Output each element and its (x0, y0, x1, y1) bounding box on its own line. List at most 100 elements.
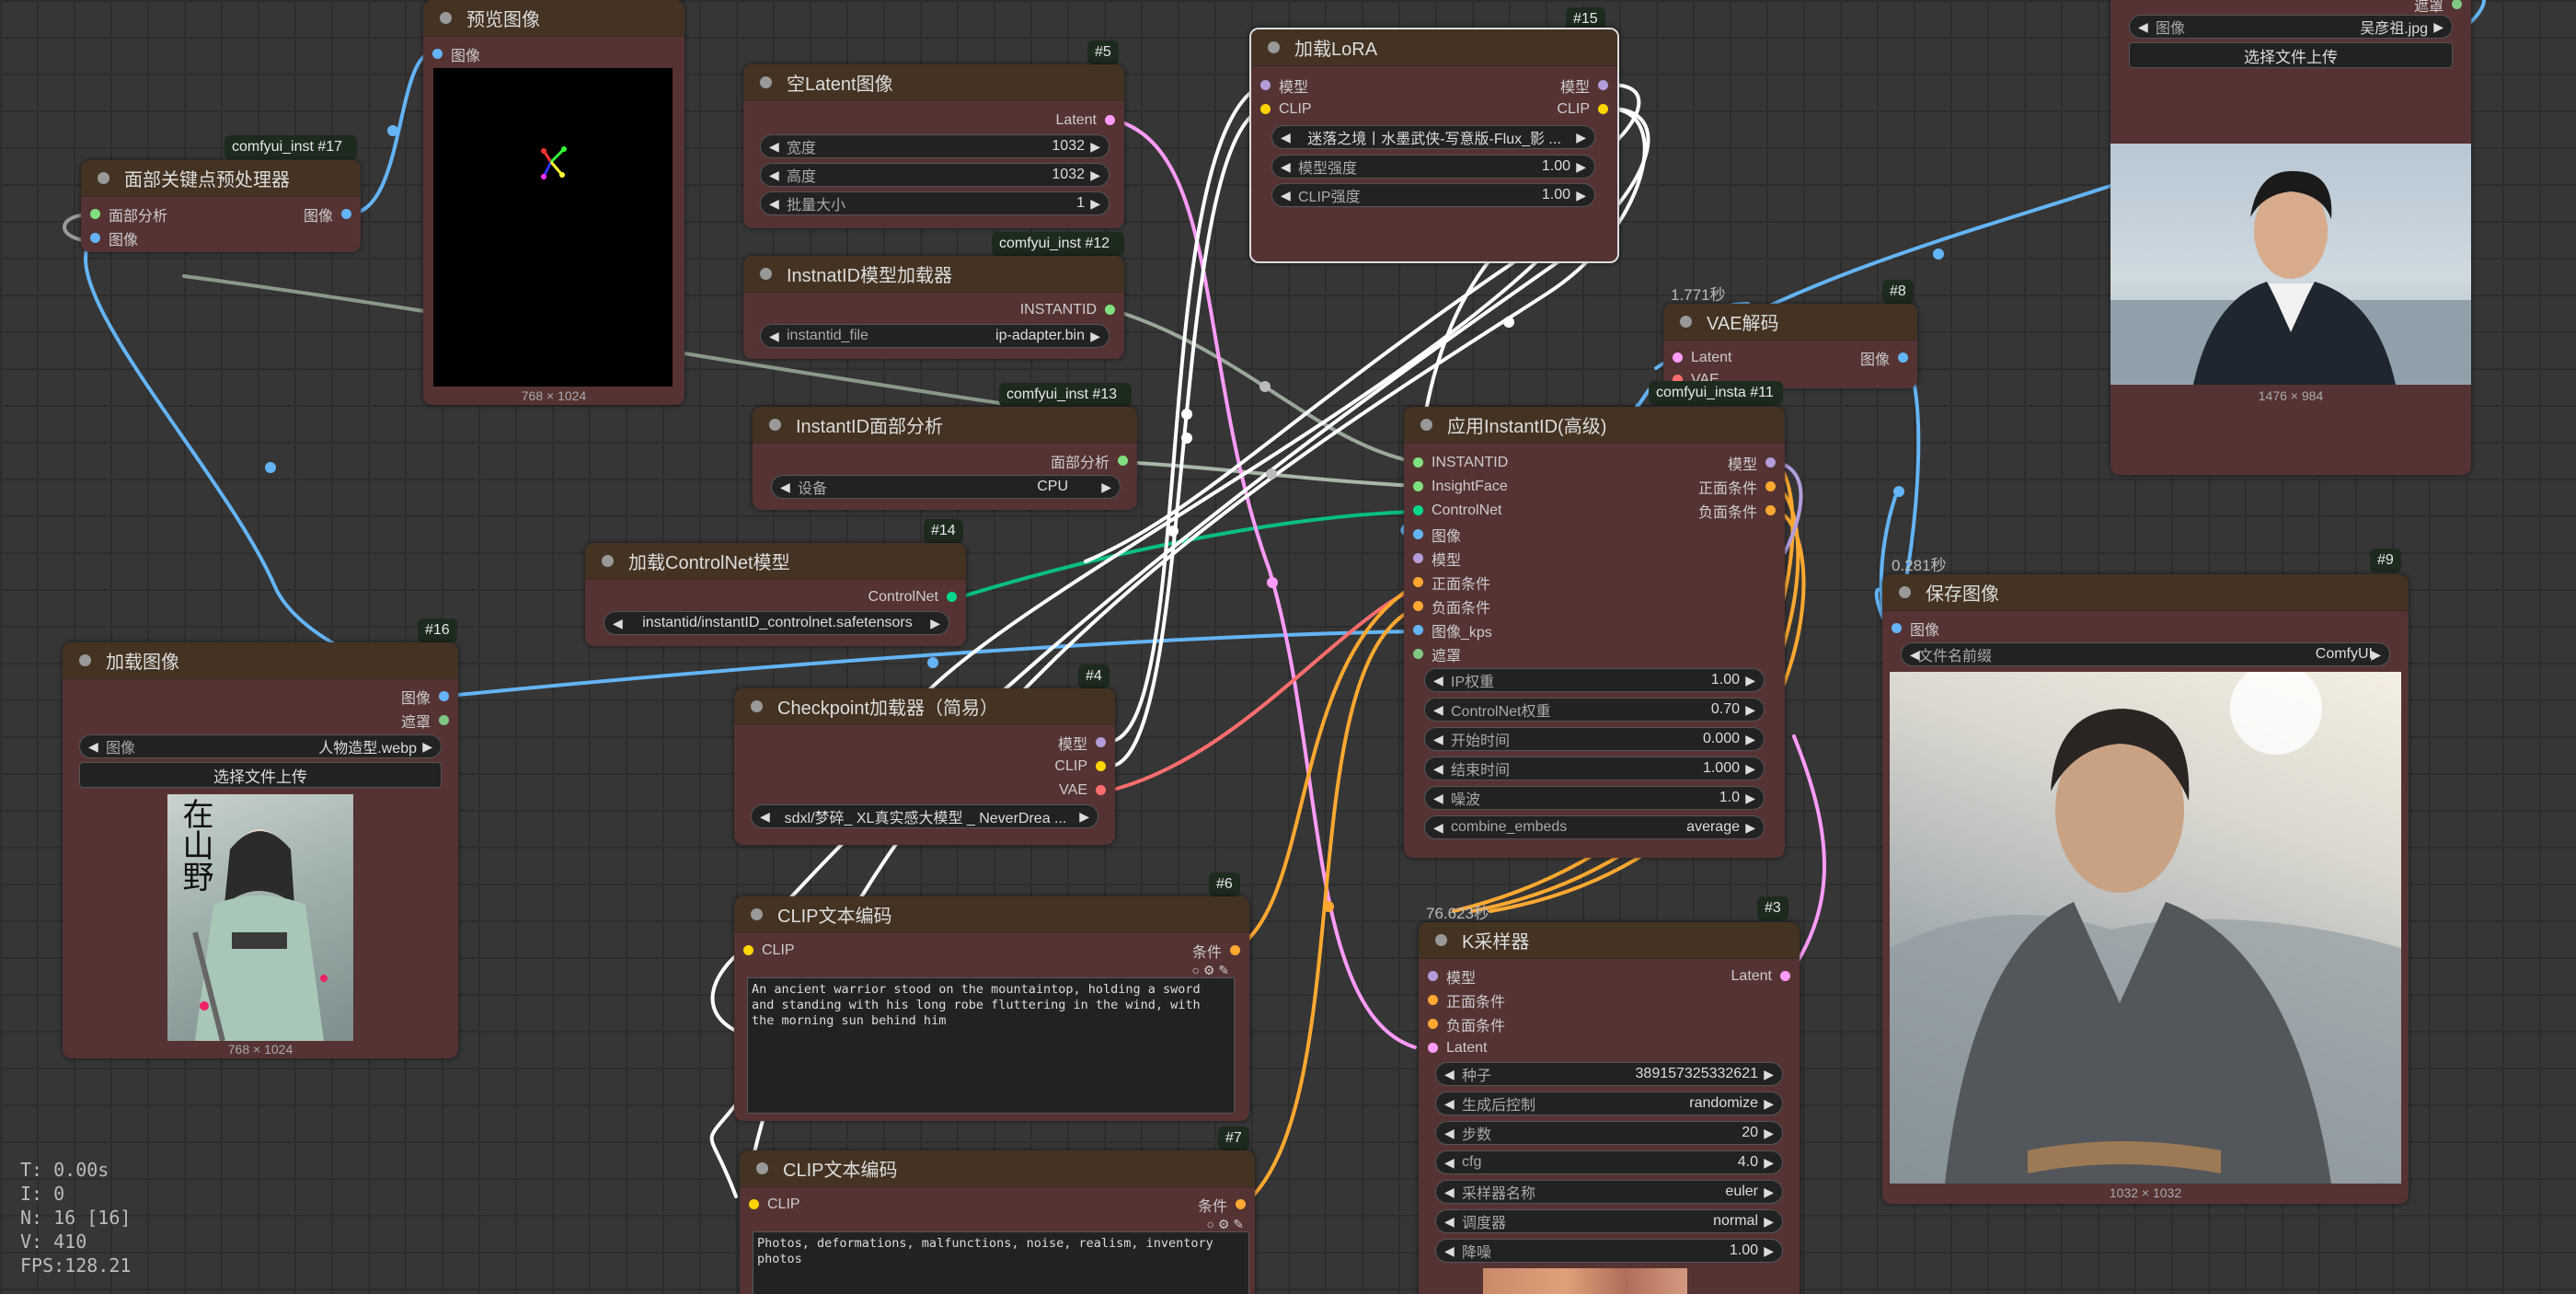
controlnet-name-widget[interactable]: instantid/instantID_controlnet.safetenso… (604, 611, 949, 635)
node-load-image[interactable]: 加载图像 图像 遮罩 图像人物造型.webp 选择文件上传 在山野 768 × … (63, 642, 458, 1058)
socket-dot-icon[interactable] (1413, 505, 1423, 515)
node-vae-decode[interactable]: VAE解码 Latent VAE 图像 (1663, 304, 1917, 388)
socket-dot-icon[interactable] (749, 1199, 759, 1209)
socket-dot-icon[interactable] (1118, 456, 1128, 466)
collapse-dot-icon[interactable] (98, 172, 109, 184)
socket-dot-icon[interactable] (1413, 457, 1423, 468)
textarea-tools-icon[interactable]: ○ ⚙ ✎ (1206, 1217, 1244, 1232)
node-save-image[interactable]: 保存图像 图像 文件名前缀 ComfyUI 1032 × 1032 (1882, 574, 2409, 1204)
input-image[interactable]: 图像 (81, 226, 138, 250)
controlnet-weight-widget[interactable]: ControlNet权重 0.70 (1424, 698, 1765, 722)
socket-dot-icon[interactable] (439, 715, 449, 725)
socket-dot-icon[interactable] (1260, 104, 1271, 114)
node-header[interactable]: 预览图像 (423, 0, 684, 37)
node-load-reference-image[interactable]: 遮罩 图像 吴彦祖.jpg 选择文件上传 1476 × 984 (2110, 0, 2471, 475)
collapse-dot-icon[interactable] (79, 654, 91, 666)
output-vae[interactable]: VAE (1059, 779, 1115, 803)
node-header[interactable]: 加载图像 (63, 642, 458, 679)
ip-weight-widget[interactable]: IP权重 1.00 (1424, 668, 1765, 692)
socket-dot-icon[interactable] (1598, 80, 1608, 90)
node-header[interactable]: 面部关键点预处理器 (81, 160, 361, 197)
node-instantid-model-loader[interactable]: InstnatID模型加载器 INSTANTID instantid_filei… (743, 256, 1124, 359)
negative-prompt-textarea[interactable]: Photos, deformations, malfunctions, nois… (753, 1231, 1249, 1294)
device-widget[interactable]: 设备 CPU (771, 475, 1121, 499)
socket-dot-icon[interactable] (1413, 481, 1423, 491)
socket-dot-icon[interactable] (1598, 104, 1608, 114)
start-time-widget[interactable]: 开始时间 0.000 (1424, 727, 1765, 751)
output-conditioning[interactable]: 条件 (1192, 939, 1249, 963)
node-ksampler[interactable]: K采样器 模型 正面条件 负面条件 Latent Latent 种子 389157… (1419, 922, 1800, 1294)
textarea-tools-icon[interactable]: ○ ⚙ ✎ (1191, 963, 1229, 978)
clip-strength-widget[interactable]: CLIP强度 1.00 (1271, 183, 1595, 207)
node-header[interactable]: InstantID面部分析 (753, 407, 1137, 444)
node-apply-instantid-advanced[interactable]: 应用InstantID(高级) INSTANTID InsightFace Co… (1404, 407, 1785, 858)
node-header[interactable]: CLIP文本编码 (740, 1150, 1255, 1187)
node-load-lora[interactable]: 加载LoRA 模型 CLIP 模型 CLIP 迷落之境丨水墨武侠-写意版-Flu… (1249, 28, 1619, 263)
socket-dot-icon[interactable] (432, 49, 443, 59)
node-clip-text-encode-negative[interactable]: CLIP文本编码 CLIP 条件 ○ ⚙ ✎ Photos, deformati… (740, 1150, 1255, 1294)
collapse-dot-icon[interactable] (769, 419, 781, 431)
collapse-dot-icon[interactable] (440, 12, 452, 24)
node-header[interactable]: InstnatID模型加载器 (743, 256, 1124, 293)
socket-dot-icon[interactable] (1413, 577, 1423, 587)
input-latent[interactable]: Latent (1419, 1036, 1487, 1060)
input-mask[interactable]: 遮罩 (1404, 642, 1461, 666)
collapse-dot-icon[interactable] (1268, 41, 1280, 53)
steps-widget[interactable]: 步数 20 (1435, 1121, 1783, 1145)
input-image[interactable]: 图像 (1882, 617, 1939, 641)
input-negative[interactable]: 负面条件 (1404, 595, 1490, 618)
node-header[interactable]: K采样器 (1419, 922, 1800, 959)
socket-dot-icon[interactable] (439, 691, 449, 701)
output-mask[interactable]: 遮罩 (401, 709, 458, 733)
socket-dot-icon[interactable] (1892, 623, 1902, 633)
width-widget[interactable]: 宽度 1032 (760, 134, 1110, 158)
node-header[interactable]: 加载ControlNet模型 (585, 543, 966, 580)
output-negative[interactable]: 负面条件 (1698, 499, 1785, 523)
node-clip-text-encode-positive[interactable]: CLIP文本编码 CLIP 条件 ○ ⚙ ✎ An ancient warrio… (734, 896, 1249, 1121)
socket-dot-icon[interactable] (1096, 737, 1106, 747)
node-preview-image[interactable]: 预览图像 图像 768 × 1024 (423, 0, 684, 405)
input-clip[interactable]: CLIP (740, 1193, 800, 1217)
input-face-analysis[interactable]: 面部分析 (81, 202, 167, 226)
positive-prompt-textarea[interactable]: An ancient warrior stood on the mountain… (747, 977, 1235, 1114)
output-conditioning[interactable]: 条件 (1198, 1193, 1255, 1217)
socket-dot-icon[interactable] (1765, 505, 1776, 515)
checkpoint-name-widget[interactable]: sdxl/梦碎_ XL真实感大模型 _ NeverDrea ... (751, 804, 1098, 828)
socket-dot-icon[interactable] (1236, 1199, 1246, 1209)
socket-dot-icon[interactable] (1230, 945, 1240, 955)
collapse-dot-icon[interactable] (1680, 316, 1692, 328)
upload-button[interactable]: 选择文件上传 (79, 762, 442, 788)
socket-dot-icon[interactable] (1105, 305, 1115, 315)
node-empty-latent-image[interactable]: 空Latent图像 Latent 宽度 1032 高度 1032 批量大小 1 (743, 64, 1124, 228)
output-image[interactable]: 图像 (401, 685, 458, 709)
socket-dot-icon[interactable] (1428, 1019, 1438, 1029)
socket-dot-icon[interactable] (1260, 80, 1271, 90)
model-strength-widget[interactable]: 模型强度 1.00 (1271, 155, 1595, 179)
socket-dot-icon[interactable] (1413, 553, 1423, 563)
input-model[interactable]: 模型 (1251, 74, 1308, 98)
batch-size-widget[interactable]: 批量大小 1 (760, 191, 1110, 215)
output-model[interactable]: 模型 (1728, 451, 1785, 475)
socket-dot-icon[interactable] (1105, 115, 1115, 125)
socket-dot-icon[interactable] (341, 209, 351, 219)
node-face-keypoint-preprocessor[interactable]: 面部关键点预处理器 面部分析 图像 图像 (81, 160, 361, 252)
socket-dot-icon[interactable] (1413, 529, 1423, 539)
input-clip[interactable]: CLIP (734, 939, 795, 963)
input-image[interactable]: 图像 (1404, 523, 1461, 547)
image-select-widget[interactable]: 图像 人物造型.webp (79, 734, 442, 758)
filename-prefix-widget[interactable]: 文件名前缀 ComfyUI (1901, 642, 2390, 666)
input-image[interactable]: 图像 (423, 42, 480, 66)
socket-dot-icon[interactable] (1765, 457, 1776, 468)
node-load-controlnet[interactable]: 加载ControlNet模型 ControlNet instantid/inst… (585, 543, 966, 646)
output-model[interactable]: 模型 (1058, 731, 1115, 755)
socket-dot-icon[interactable] (1413, 625, 1423, 635)
node-header[interactable]: 保存图像 (1882, 574, 2409, 611)
socket-dot-icon[interactable] (1898, 352, 1908, 363)
input-insightface[interactable]: InsightFace (1404, 475, 1508, 499)
input-negative[interactable]: 负面条件 (1419, 1012, 1505, 1036)
node-checkpoint-loader[interactable]: Checkpoint加载器（简易） 模型 CLIP VAE sdxl/梦碎_ X… (734, 688, 1115, 845)
input-image-kps[interactable]: 图像_kps (1404, 618, 1492, 642)
input-model[interactable]: 模型 (1419, 965, 1476, 988)
socket-dot-icon[interactable] (1096, 761, 1106, 771)
image-select-widget[interactable]: 图像 吴彦祖.jpg (2129, 15, 2453, 39)
